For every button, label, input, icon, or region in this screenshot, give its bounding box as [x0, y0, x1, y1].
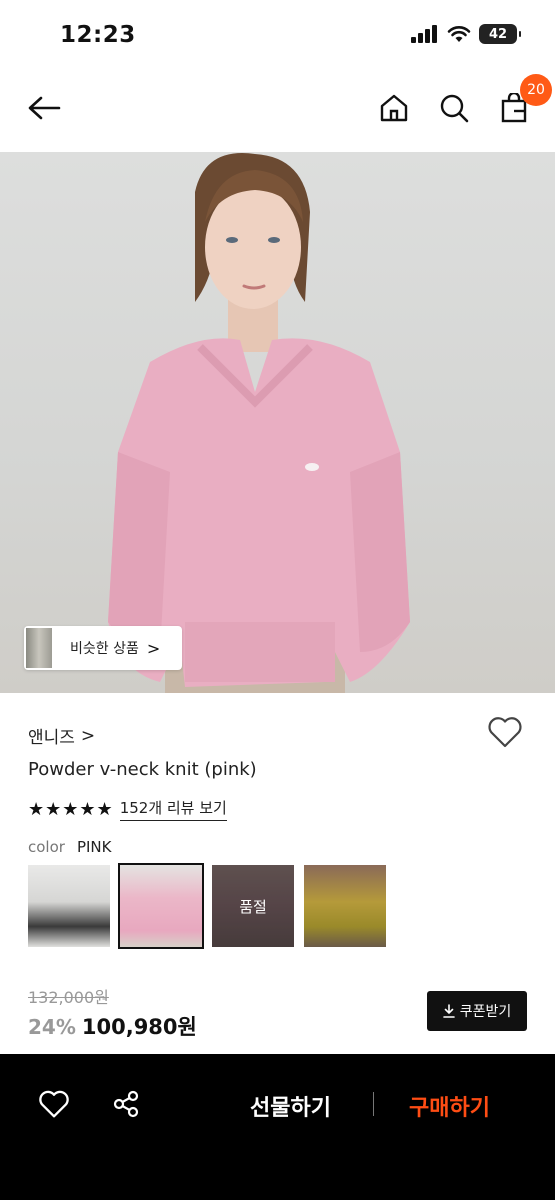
brand-name: 앤니즈 — [28, 728, 75, 748]
swatch-pink[interactable] — [118, 863, 204, 949]
swatch-white[interactable] — [28, 865, 110, 947]
brand-link[interactable]: 앤니즈 > — [28, 723, 96, 749]
similar-thumbnail — [26, 628, 52, 668]
rating-row: ★★★★★ 152개 리뷰 보기 — [28, 797, 227, 821]
gift-button[interactable]: 선물하기 — [250, 1090, 331, 1122]
battery-icon: 42 — [479, 24, 521, 44]
star-rating-icon: ★★★★★ — [28, 798, 114, 820]
swatch-olive[interactable] — [304, 865, 386, 947]
swatch-soldout[interactable]: 품절 — [212, 865, 294, 947]
product-name: Powder v-neck knit (pink) — [28, 759, 257, 780]
similar-products-label: 비슷한 상품 — [70, 641, 139, 657]
soldout-label: 품절 — [212, 865, 294, 947]
bottom-action-bar: 선물하기 구매하기 — [0, 1054, 555, 1200]
discount-rate: 24% — [28, 1015, 76, 1039]
coupon-button[interactable]: 쿠폰받기 — [427, 991, 527, 1031]
model-photo — [108, 153, 410, 693]
original-price: 132,000원 — [28, 988, 109, 1007]
back-button[interactable] — [24, 88, 64, 128]
color-value: PINK — [76, 838, 112, 856]
search-icon — [440, 94, 469, 123]
product-hero-image[interactable]: 비슷한 상품 > — [0, 152, 555, 693]
color-key: color — [28, 838, 65, 856]
search-button[interactable] — [434, 88, 474, 128]
chevron-right-icon: > — [146, 638, 161, 658]
nav-bar: 20 — [0, 72, 555, 150]
signal-icon — [411, 25, 437, 43]
home-button[interactable] — [374, 88, 414, 128]
arrow-left-icon — [28, 96, 61, 120]
status-time: 12:23 — [60, 22, 136, 48]
bottom-wishlist-button[interactable] — [36, 1086, 72, 1122]
heart-icon — [39, 1090, 69, 1118]
wifi-icon — [447, 26, 471, 42]
color-swatches: 품절 — [28, 863, 386, 949]
status-bar: 12:23 42 — [0, 0, 555, 72]
similar-products-button[interactable]: 비슷한 상품 > — [24, 626, 182, 670]
reviews-link[interactable]: 152개 리뷰 보기 — [119, 797, 227, 821]
coupon-label: 쿠폰받기 — [459, 1004, 512, 1020]
share-button[interactable] — [108, 1086, 144, 1122]
price-row: 24% 100,980원 — [28, 1011, 197, 1041]
cart-count-badge: 20 — [520, 74, 552, 106]
status-icons: 42 — [411, 24, 521, 44]
download-icon — [442, 1004, 455, 1018]
share-icon — [113, 1090, 139, 1118]
color-row: color PINK — [28, 838, 111, 856]
chevron-right-icon: > — [80, 725, 96, 746]
heart-icon — [488, 717, 522, 748]
buy-button[interactable]: 구매하기 — [409, 1090, 490, 1122]
wishlist-button[interactable] — [487, 715, 523, 751]
divider — [373, 1092, 374, 1116]
sale-price: 100,980원 — [81, 1015, 197, 1039]
cart-button[interactable]: 20 — [494, 74, 552, 128]
home-icon — [380, 94, 408, 122]
